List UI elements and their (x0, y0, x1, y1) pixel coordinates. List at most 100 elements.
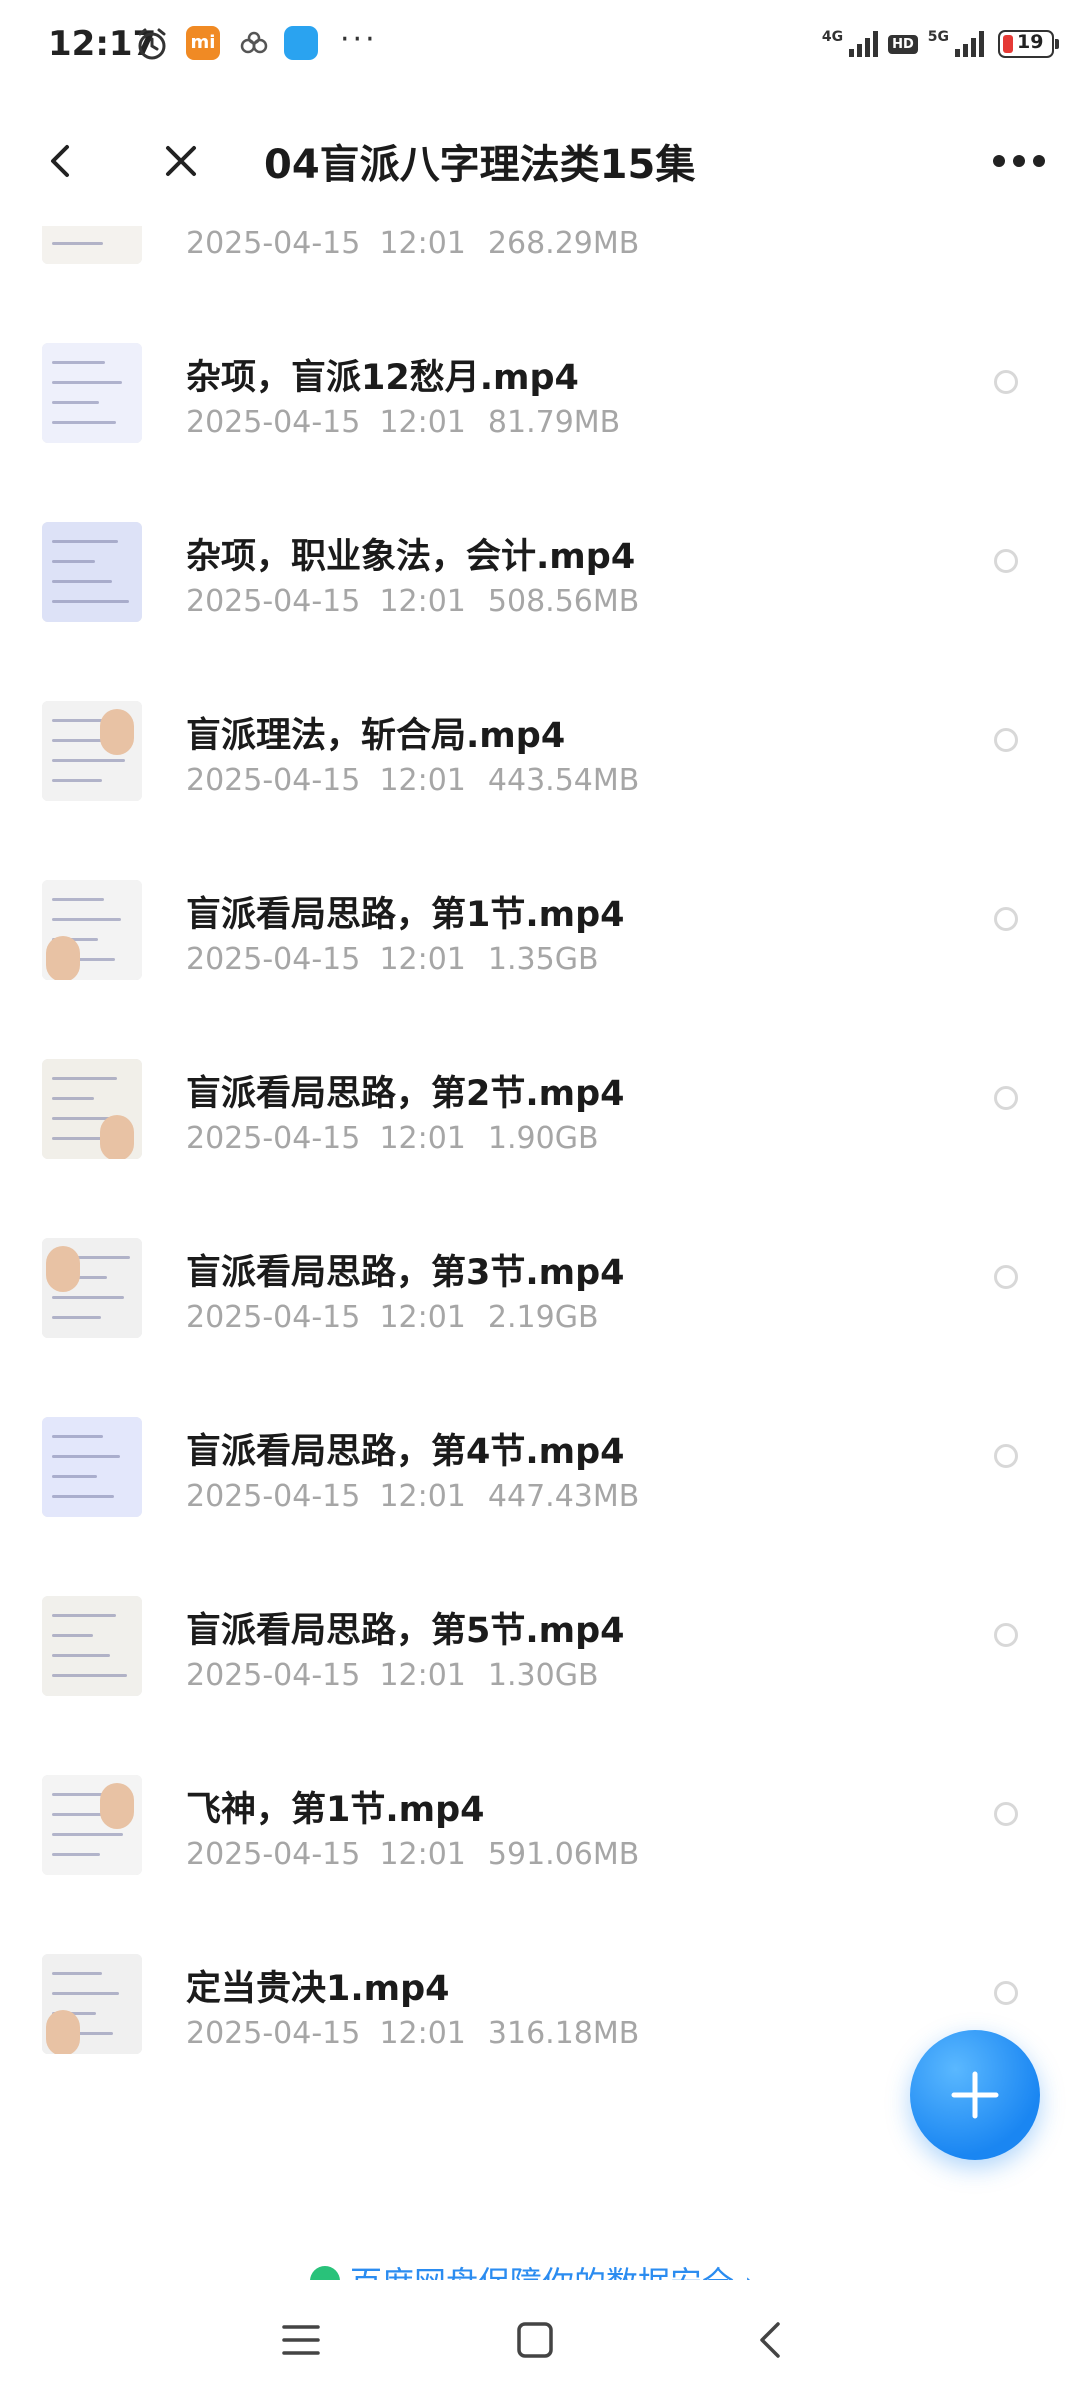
file-meta: 2025-04-15 12:01 1.30GB (186, 1658, 599, 1693)
file-name: 盲派看局思路，第2节.mp4 (186, 1074, 625, 1114)
system-nav-bar (0, 2280, 1080, 2400)
top-app-bar: 04盲派八字理法类15集 (0, 96, 1080, 226)
add-fab-button[interactable] (910, 2030, 1040, 2160)
file-size: 443.54MB (487, 763, 640, 798)
nav-menu-button[interactable] (266, 2310, 336, 2370)
file-date: 2025-04-15 (186, 226, 361, 261)
back-button[interactable] (26, 126, 96, 196)
file-name: 杂项，盲派12愁月.mp4 (186, 358, 579, 398)
video-thumbnail (42, 1059, 142, 1159)
file-time: 12:01 (379, 1121, 466, 1156)
file-time: 12:01 (379, 1658, 466, 1693)
file-meta: 2025-04-15 12:01 591.06MB (186, 1837, 639, 1872)
file-list-item[interactable]: 杂项，盲派12愁月.mp4 2025-04-15 12:01 81.79MB (0, 301, 1080, 479)
file-time: 12:01 (379, 1300, 466, 1335)
file-size: 447.43MB (487, 1479, 640, 1514)
back-triangle-icon (760, 2322, 780, 2358)
square-home-icon (517, 2322, 553, 2358)
file-time: 12:01 (379, 2016, 466, 2051)
video-thumbnail (42, 343, 142, 443)
file-date: 2025-04-15 (186, 1658, 361, 1693)
signal-bars-icon (849, 31, 879, 57)
file-name: 杂项，职业象法，会计.mp4 (186, 537, 636, 577)
file-list-item[interactable]: 盲派看局思路，第2节.mp4 2025-04-15 12:01 1.90GB (0, 1017, 1080, 1195)
network-label-5g: 5G (927, 29, 949, 45)
file-name: 定当贵决1.mp4 (186, 1969, 450, 2009)
more-horizontal-icon (993, 155, 1045, 167)
file-size: 591.06MB (487, 1837, 640, 1872)
file-size: 2.19GB (487, 1300, 599, 1335)
file-meta: 2025-04-15 12:01 508.56MB (186, 584, 639, 619)
file-meta: 2025-04-15 12:01 447.43MB (186, 1479, 639, 1514)
file-name: 盲派看局思路，第3节.mp4 (186, 1253, 625, 1293)
select-radio[interactable] (994, 1444, 1018, 1468)
video-thumbnail (42, 1775, 142, 1875)
file-list-item[interactable]: 盲派看局思路，第3节.mp4 2025-04-15 12:01 2.19GB (0, 1196, 1080, 1374)
select-radio[interactable] (994, 1086, 1018, 1110)
file-time: 12:01 (379, 942, 466, 977)
file-date: 2025-04-15 (186, 1837, 361, 1872)
signal-bars-icon (955, 31, 984, 57)
file-meta: 2025-04-15 12:01 1.90GB (186, 1121, 599, 1156)
file-time: 12:01 (379, 1479, 466, 1514)
file-meta: 2025-04-15 12:01 81.79MB (186, 405, 620, 440)
shield-icon (310, 2266, 340, 2280)
video-thumbnail (42, 701, 142, 801)
file-date: 2025-04-15 (186, 763, 361, 798)
file-meta: 2025-04-15 12:01 443.54MB (186, 763, 639, 798)
more-options-button[interactable] (974, 126, 1064, 196)
file-name: 盲派看局思路，第4节.mp4 (186, 1432, 625, 1472)
file-name: 飞神，第1节.mp4 (186, 1790, 485, 1830)
select-radio[interactable] (994, 549, 1018, 573)
nav-back-button[interactable] (736, 2310, 806, 2370)
file-list-item[interactable]: 飞神，第1节.mp4 2025-04-15 12:01 591.06MB (0, 1733, 1080, 1911)
chevron-left-icon (51, 145, 69, 177)
nav-home-button[interactable] (500, 2310, 570, 2370)
file-size: 1.90GB (487, 1121, 599, 1156)
file-list-item[interactable]: 盲派看局思路，第4节.mp4 2025-04-15 12:01 447.43MB (0, 1375, 1080, 1553)
file-time: 12:01 (379, 405, 466, 440)
file-name: 盲派看局思路，第1节.mp4 (186, 895, 625, 935)
file-name: 盲派理法，斩合局.mp4 (186, 716, 566, 756)
file-list-item[interactable]: 盲派看局思路，第1节.mp4 2025-04-15 12:01 1.35GB (0, 838, 1080, 1016)
page-title: 04盲派八字理法类15集 (264, 142, 696, 188)
alarm-icon (138, 28, 166, 60)
file-meta: 2025-04-15 12:01 1.35GB (186, 942, 599, 977)
file-date: 2025-04-15 (186, 405, 361, 440)
file-list[interactable]: 定当贵决2.mp42025-04-15 12:01268.29MB杂项，盲派12… (0, 172, 1080, 2152)
file-date: 2025-04-15 (186, 942, 361, 977)
file-time: 12:01 (379, 584, 466, 619)
file-meta: 2025-04-15 12:01 268.29MB (186, 226, 639, 261)
file-time: 12:01 (379, 763, 466, 798)
file-date: 2025-04-15 (186, 584, 361, 619)
close-button[interactable] (146, 126, 216, 196)
more-notifications-icon: ··· (340, 22, 378, 57)
video-thumbnail (42, 880, 142, 980)
file-size: 316.18MB (487, 2016, 640, 2051)
file-list-item[interactable]: 盲派理法，斩合局.mp4 2025-04-15 12:01 443.54MB (0, 659, 1080, 837)
file-list-item[interactable]: 盲派看局思路，第5节.mp4 2025-04-15 12:01 1.30GB (0, 1554, 1080, 1732)
select-radio[interactable] (994, 907, 1018, 931)
file-list-item[interactable]: 杂项，职业象法，会计.mp4 2025-04-15 12:01 508.56MB (0, 480, 1080, 658)
hd-badge: HD (888, 34, 918, 54)
file-meta: 2025-04-15 12:01 316.18MB (186, 2016, 639, 2051)
file-size: 268.29MB (487, 226, 640, 261)
file-name: 盲派看局思路，第5节.mp4 (186, 1611, 625, 1651)
select-radio[interactable] (994, 1265, 1018, 1289)
menu-icon (282, 2325, 320, 2355)
security-banner[interactable]: 百度网盘保障你的数据安全 › (0, 2250, 1080, 2280)
app-notification-icon (284, 26, 318, 60)
video-thumbnail (42, 1238, 142, 1338)
select-radio[interactable] (994, 728, 1018, 752)
plus-icon (951, 2071, 999, 2119)
file-date: 2025-04-15 (186, 1121, 361, 1156)
video-thumbnail (42, 1596, 142, 1696)
select-radio[interactable] (994, 370, 1018, 394)
select-radio[interactable] (994, 1623, 1018, 1647)
file-date: 2025-04-15 (186, 1300, 361, 1335)
select-radio[interactable] (994, 1802, 1018, 1826)
mi-app-icon: mi (186, 26, 220, 60)
file-size: 81.79MB (487, 405, 621, 440)
video-thumbnail (42, 522, 142, 622)
select-radio[interactable] (994, 1981, 1018, 2005)
